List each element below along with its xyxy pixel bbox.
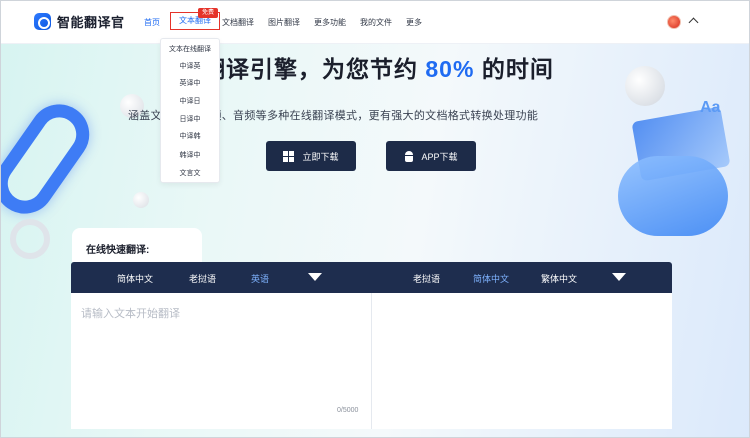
dropdown-item[interactable]: 中译英	[161, 61, 219, 71]
user-avatar[interactable]	[667, 15, 681, 29]
dropdown-item[interactable]: 文言文	[161, 168, 219, 178]
top-header: 智能翻译官 首页 文本翻译 免费 文档翻译 图片翻译 更多功能 我的文件 更多	[0, 0, 750, 44]
quick-translate-label: 在线快速翻译:	[86, 245, 150, 256]
dropdown-item[interactable]: 中译日	[161, 96, 219, 106]
sphere-decoration	[133, 192, 149, 208]
app-download-button[interactable]: APP下载	[386, 141, 476, 171]
target-lang-option[interactable]: 简体中文	[473, 272, 509, 285]
source-lang-option[interactable]: 老挝语	[189, 272, 216, 285]
cloud-decoration	[618, 156, 728, 236]
dropdown-item[interactable]: 文本在线翻译	[161, 44, 219, 54]
source-lang-option[interactable]: 简体中文	[117, 272, 153, 285]
chevron-up-icon[interactable]	[688, 17, 699, 28]
target-lang-option[interactable]: 老挝语	[413, 272, 440, 285]
target-text-output	[372, 293, 672, 429]
font-aa-icon: Aa	[700, 99, 721, 116]
app-name: 智能翻译官	[57, 15, 125, 30]
dropdown-item[interactable]: 日译中	[161, 114, 219, 124]
dropdown-item[interactable]: 英译中	[161, 78, 219, 88]
nav-image-translate[interactable]: 图片翻译	[268, 17, 300, 28]
source-lang-dropdown-icon[interactable]	[308, 273, 322, 281]
app-download-label: APP下载	[421, 151, 458, 162]
spring-decoration	[10, 219, 50, 259]
sphere-decoration	[625, 66, 665, 106]
android-icon	[404, 150, 414, 162]
nav-doc-translate[interactable]: 文档翻译	[222, 17, 254, 28]
source-placeholder: 请输入文本开始翻译	[81, 308, 180, 320]
hero-title-highlight: 80%	[425, 56, 475, 82]
hero-title-suffix: 的时间	[474, 56, 554, 82]
text-translate-dropdown: 文本在线翻译 中译英 英译中 中译日 日译中 中译韩 韩译中 文言文	[160, 38, 220, 183]
nav-my-files[interactable]: 我的文件	[360, 17, 392, 28]
logo-icon	[34, 13, 51, 30]
nav-more-features[interactable]: 更多功能	[314, 17, 346, 28]
source-lang-option[interactable]: 英语	[251, 272, 269, 285]
dropdown-item[interactable]: 中译韩	[161, 131, 219, 141]
free-badge: 免费	[198, 8, 218, 18]
target-lang-dropdown-icon[interactable]	[612, 273, 626, 281]
app-logo[interactable]: 智能翻译官	[34, 12, 125, 31]
char-counter: 0/5000	[337, 407, 359, 414]
nav-home[interactable]: 首页	[144, 17, 160, 28]
ring-decoration	[0, 92, 101, 226]
windows-download-button[interactable]: 立即下载	[266, 141, 356, 171]
hero-title: 能翻译引擎，为您节约 80% 的时间	[178, 50, 554, 84]
language-bar	[71, 262, 672, 293]
target-lang-option[interactable]: 繁体中文	[541, 272, 577, 285]
nav-more[interactable]: 更多	[406, 17, 422, 28]
windows-download-label: 立即下载	[302, 151, 339, 162]
dropdown-item[interactable]: 韩译中	[161, 150, 219, 160]
windows-icon	[283, 150, 295, 162]
